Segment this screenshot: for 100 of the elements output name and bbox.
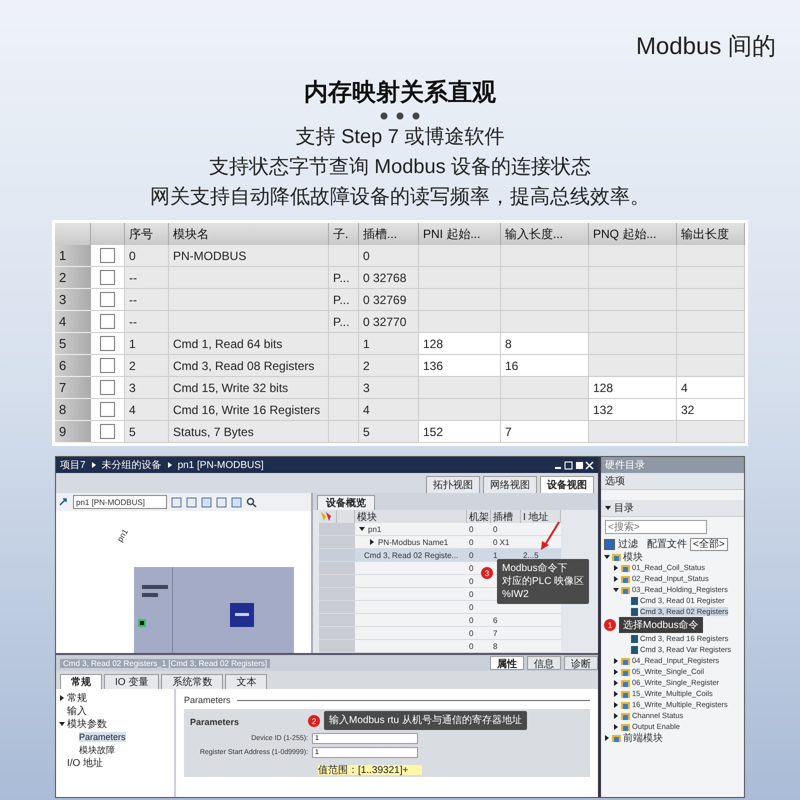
- toolbar-icon[interactable]: [201, 496, 212, 508]
- caret-down-icon[interactable]: [359, 526, 365, 532]
- nav-item[interactable]: 模块故障: [79, 744, 115, 756]
- breadcrumb[interactable]: pn1 [PN-MODBUS]: [178, 460, 264, 470]
- caret-right-icon[interactable]: [613, 576, 619, 582]
- table-cell: [677, 245, 745, 267]
- table-cell: [677, 333, 745, 355]
- cell-text: PN-Modbus Name1: [378, 538, 448, 546]
- table-cell: 0: [125, 245, 169, 267]
- caret-right-icon[interactable]: [369, 539, 375, 545]
- column-header: 输入长度...: [501, 223, 589, 245]
- checkbox[interactable]: [100, 270, 115, 285]
- view-tab[interactable]: 设备视图: [540, 476, 594, 493]
- nav-item[interactable]: Parameters: [79, 732, 126, 742]
- checkbox[interactable]: [100, 402, 115, 417]
- table-cell: [329, 377, 359, 399]
- table-cell: 136: [419, 355, 501, 377]
- column-header: [55, 223, 91, 245]
- table-cell: [677, 267, 745, 289]
- table-cell: 0 32770: [359, 311, 419, 333]
- tree-item[interactable]: 前端模块: [623, 730, 663, 744]
- checkbox[interactable]: [100, 424, 115, 439]
- checkbox[interactable]: [100, 314, 115, 329]
- table-cell: 2: [125, 355, 169, 377]
- tree-item[interactable]: 模块: [623, 550, 643, 564]
- caret-right-icon[interactable]: [613, 668, 619, 674]
- view-tab[interactable]: 拓扑视图: [426, 476, 480, 493]
- property-tab[interactable]: 文本: [225, 674, 268, 689]
- inspector-tab[interactable]: 属性: [490, 656, 524, 670]
- step-badge: 2: [308, 715, 320, 727]
- checkbox[interactable]: [100, 380, 115, 395]
- checkbox[interactable]: [100, 336, 115, 351]
- checkbox[interactable]: [604, 538, 615, 550]
- table-cell: [329, 245, 359, 267]
- overview-tab[interactable]: 设备概览: [317, 495, 375, 510]
- breadcrumb[interactable]: 未分组的设备: [102, 458, 162, 472]
- toolbar-icon[interactable]: [216, 496, 227, 508]
- zoom-icon[interactable]: [246, 496, 257, 508]
- column-header: 插槽...: [359, 223, 419, 245]
- nav-item[interactable]: 常规: [67, 691, 87, 705]
- caret-right-icon[interactable]: [613, 724, 619, 730]
- device-dropdown[interactable]: pn1 [PN-MODBUS]: [73, 495, 167, 509]
- caret-right-icon[interactable]: [604, 734, 610, 740]
- table-cell: Cmd 1, Read 64 bits: [169, 333, 329, 355]
- toolbar-icon[interactable]: [186, 496, 197, 508]
- caret-right-icon[interactable]: [613, 712, 619, 718]
- property-tab[interactable]: 常规: [60, 674, 102, 689]
- table-cell: [521, 614, 561, 627]
- caret-right-icon[interactable]: [59, 695, 65, 701]
- caret-right-icon[interactable]: [613, 658, 619, 664]
- profile-dropdown[interactable]: <全部>: [690, 538, 728, 550]
- toolbar-icon[interactable]: [171, 496, 182, 508]
- table-cell: PN-MODBUS: [169, 245, 329, 267]
- toolbar-icon[interactable]: [231, 496, 242, 508]
- heading-text: Modbus 间的: [636, 32, 776, 62]
- table-cell: Cmd 15, Write 32 bits: [169, 377, 329, 399]
- property-tab[interactable]: 系统常数: [161, 674, 224, 689]
- table-cell: 7: [491, 627, 521, 640]
- search-field[interactable]: <搜索>: [605, 520, 707, 534]
- row-number: 4: [55, 311, 91, 333]
- cell-text: pn1: [368, 524, 382, 534]
- checkbox[interactable]: [100, 248, 115, 263]
- inspector-tab[interactable]: 信息: [527, 656, 561, 670]
- chevron-icon: [168, 462, 172, 468]
- nav-item[interactable]: 输入: [67, 704, 87, 718]
- nav-item[interactable]: 模块参数: [67, 717, 107, 731]
- caret-right-icon[interactable]: [613, 702, 619, 708]
- row-header: [319, 588, 337, 601]
- caret-down-icon[interactable]: [59, 721, 65, 727]
- checkbox[interactable]: [100, 358, 115, 373]
- arrow-icon: [539, 521, 561, 551]
- property-tab[interactable]: IO 变量: [104, 674, 160, 689]
- caret-down-icon[interactable]: [605, 505, 611, 511]
- table-cell: [329, 421, 359, 443]
- table-cell: 3: [125, 377, 169, 399]
- table-cell: 2: [359, 355, 419, 377]
- arrow-icon[interactable]: [59, 497, 69, 507]
- window-controls-icon[interactable]: [554, 460, 594, 470]
- column-header: 序号: [125, 223, 169, 245]
- caret-right-icon[interactable]: [613, 690, 619, 696]
- checkbox[interactable]: [100, 292, 115, 307]
- row-header: [337, 627, 355, 640]
- inspector-tab[interactable]: 诊断: [564, 656, 598, 670]
- table-cell: [677, 355, 745, 377]
- table-cell: [677, 311, 745, 333]
- table-cell: 16: [501, 355, 589, 377]
- feature-text: 网关支持自动降低故障设备的读写频率，提高总线效率。: [150, 185, 650, 210]
- caret-down-icon[interactable]: [613, 586, 619, 592]
- caret-right-icon[interactable]: [613, 680, 619, 686]
- nav-item[interactable]: I/O 地址: [67, 756, 104, 770]
- column-header: 插槽: [491, 510, 521, 523]
- table-cell: 8: [491, 640, 521, 653]
- row-number: 7: [55, 377, 91, 399]
- caret-right-icon[interactable]: [613, 564, 619, 570]
- breadcrumb[interactable]: 项目7: [60, 458, 86, 472]
- row-number: 2: [55, 267, 91, 289]
- caret-down-icon[interactable]: [604, 554, 610, 560]
- row-header: [337, 575, 355, 588]
- view-tab[interactable]: 网络视图: [483, 476, 537, 493]
- table-cell: 0 32768: [359, 267, 419, 289]
